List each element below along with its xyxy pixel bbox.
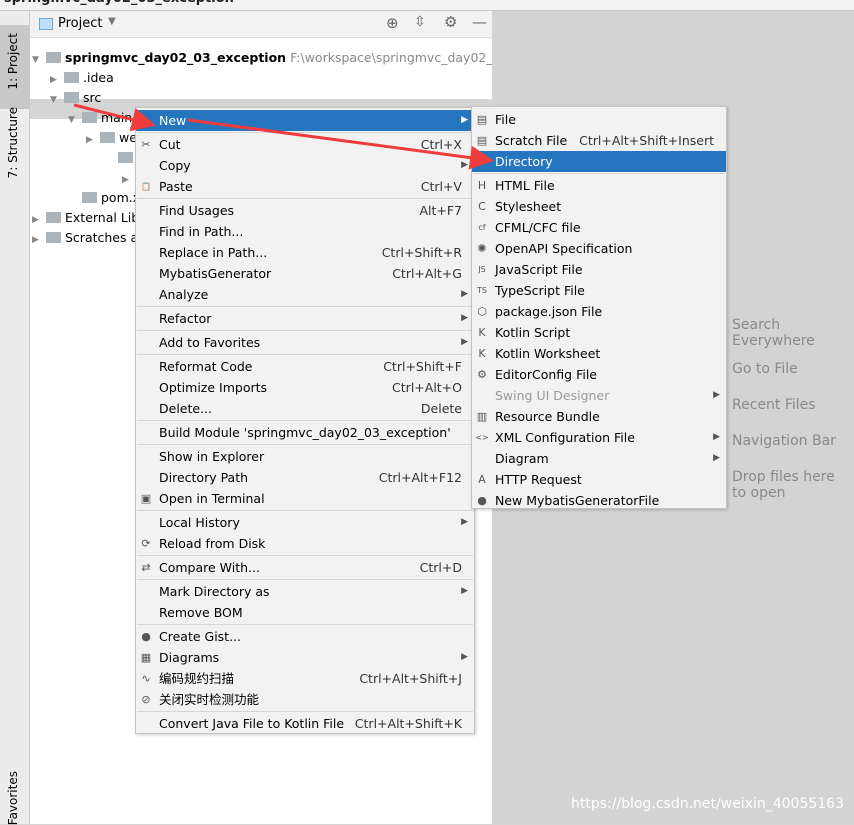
red-arrow-to-directory: [187, 118, 494, 170]
annotation-arrows: [73, 103, 494, 170]
red-arrow-to-new: [73, 103, 156, 132]
watermark: https://blog.csdn.net/weixin_40055163: [570, 796, 844, 812]
